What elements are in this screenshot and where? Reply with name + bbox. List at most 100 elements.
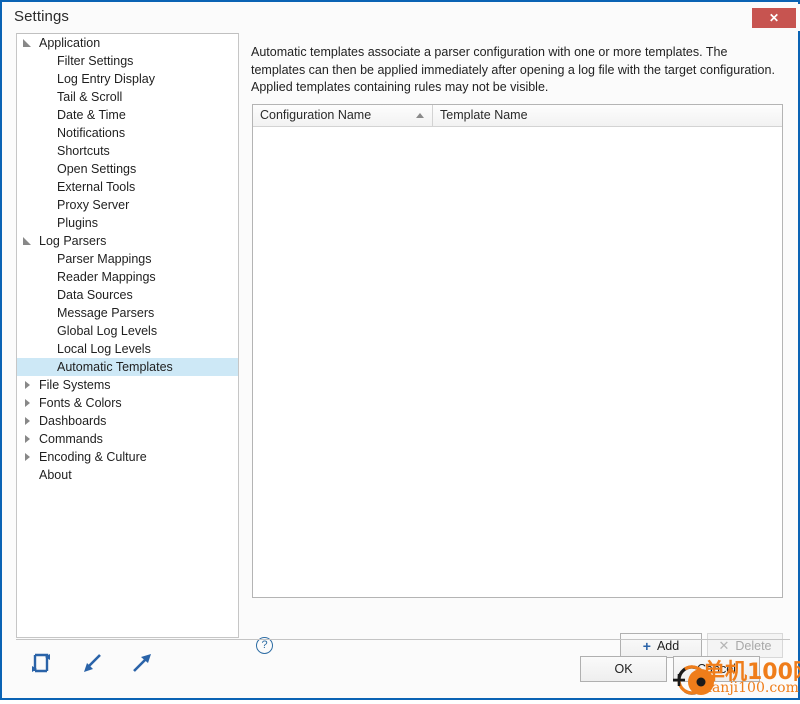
sidebar-item-label: Encoding & Culture [39, 450, 147, 464]
chevron-right-icon[interactable] [21, 412, 35, 430]
sidebar-item-about[interactable]: About [17, 466, 238, 484]
sidebar-item-label: Proxy Server [57, 198, 130, 212]
export-settings-icon[interactable] [128, 649, 156, 677]
sidebar-item-tail-scroll[interactable]: Tail & Scroll [17, 88, 238, 106]
ok-button[interactable]: OK [580, 656, 667, 682]
title-bar: Settings ✕ [4, 4, 800, 31]
main-content: Automatic templates associate a parser c… [245, 33, 790, 658]
sidebar-item-encoding-culture[interactable]: Encoding & Culture [17, 448, 238, 466]
reset-defaults-icon[interactable] [28, 649, 56, 677]
watermark-text-en: danji100.com [703, 680, 799, 696]
column-header-configuration-name-label: Configuration Name [260, 108, 372, 122]
chevron-right-icon[interactable] [21, 448, 35, 466]
sidebar-item-proxy-server[interactable]: Proxy Server [17, 196, 238, 214]
column-header-template-name-label: Template Name [440, 108, 528, 122]
chevron-right-icon[interactable] [21, 376, 35, 394]
chevron-right-icon[interactable] [21, 430, 35, 448]
chevron-right-icon[interactable] [21, 394, 35, 412]
sidebar-item-label: Filter Settings [57, 54, 134, 68]
delete-button: ✕ Delete [707, 633, 783, 658]
sidebar-item-file-systems[interactable]: File Systems [17, 376, 238, 394]
sidebar-item-log-entry-display[interactable]: Log Entry Display [17, 70, 238, 88]
sidebar-item-reader-mappings[interactable]: Reader Mappings [17, 268, 238, 286]
delete-button-label: Delete [735, 638, 772, 653]
sidebar-item-shortcuts[interactable]: Shortcuts [17, 142, 238, 160]
sidebar-item-application[interactable]: Application [17, 34, 238, 52]
sort-ascending-icon [416, 113, 424, 118]
sidebar-item-message-parsers[interactable]: Message Parsers [17, 304, 238, 322]
sidebar-item-label: Global Log Levels [57, 324, 158, 338]
sidebar-item-label: Local Log Levels [57, 342, 151, 356]
description-text: Automatic templates associate a parser c… [251, 45, 775, 94]
automatic-templates-grid[interactable]: Configuration Name Template Name [252, 104, 783, 598]
sidebar-item-label: Automatic Templates [57, 360, 173, 374]
sidebar-item-global-log-levels[interactable]: Global Log Levels [17, 322, 238, 340]
sidebar-item-label: Reader Mappings [57, 270, 156, 284]
sidebar-item-parser-mappings[interactable]: Parser Mappings [17, 250, 238, 268]
add-button[interactable]: + Add [620, 633, 702, 658]
sidebar-item-label: Fonts & Colors [39, 396, 122, 410]
sidebar-item-label: Notifications [57, 126, 126, 140]
sidebar-item-log-parsers[interactable]: Log Parsers [17, 232, 238, 250]
sidebar-item-plugins[interactable]: Plugins [17, 214, 238, 232]
sidebar-item-dashboards[interactable]: Dashboards [17, 412, 238, 430]
window-title: Settings [14, 8, 69, 25]
sidebar-item-notifications[interactable]: Notifications [17, 124, 238, 142]
sidebar-item-local-log-levels[interactable]: Local Log Levels [17, 340, 238, 358]
chevron-down-icon[interactable] [21, 232, 35, 250]
sidebar-item-label: Dashboards [39, 414, 107, 428]
settings-dialog: Settings ✕ Application Filter Settings Log… [0, 0, 800, 700]
sidebar-item-label: Log Entry Display [57, 72, 155, 86]
sidebar-item-fonts-colors[interactable]: Fonts & Colors [17, 394, 238, 412]
column-header-configuration-name[interactable]: Configuration Name [253, 105, 433, 126]
sidebar-item-label: External Tools [57, 180, 136, 194]
close-button[interactable]: ✕ [752, 8, 796, 28]
import-settings-icon[interactable] [78, 649, 106, 677]
sidebar-item-data-sources[interactable]: Data Sources [17, 286, 238, 304]
footer-separator [16, 639, 790, 640]
plus-icon: + [642, 637, 651, 654]
sidebar-item-label: Parser Mappings [57, 252, 152, 266]
sidebar-item-automatic-templates[interactable]: Automatic Templates [17, 358, 238, 376]
sidebar-item-label: Message Parsers [57, 306, 155, 320]
column-header-template-name[interactable]: Template Name [433, 105, 782, 126]
sidebar-item-label: Plugins [57, 216, 98, 230]
settings-tree[interactable]: Application Filter Settings Log Entry Disp… [16, 33, 239, 638]
sidebar-item-label: Date & Time [57, 108, 126, 122]
sidebar-item-external-tools[interactable]: External Tools [17, 178, 238, 196]
sidebar-item-label: Commands [39, 432, 103, 446]
add-button-label: Add [656, 638, 680, 653]
sidebar-item-label: Open Settings [57, 162, 137, 176]
sidebar-item-label: About [39, 468, 72, 482]
sidebar-item-open-settings[interactable]: Open Settings [17, 160, 238, 178]
sidebar-item-filter-settings[interactable]: Filter Settings [17, 52, 238, 70]
sidebar-item-label: Tail & Scroll [57, 90, 123, 104]
sidebar-item-commands[interactable]: Commands [17, 430, 238, 448]
sidebar-item-label: Application [39, 36, 101, 50]
grid-body[interactable] [253, 127, 782, 597]
grid-header-row: Configuration Name Template Name [253, 105, 782, 127]
cancel-button[interactable]: Cancel [673, 656, 760, 682]
chevron-down-icon[interactable] [21, 34, 35, 52]
sidebar-item-label: Log Parsers [39, 234, 107, 248]
footer-icon-group [28, 649, 156, 677]
sidebar-item-label: File Systems [39, 378, 111, 392]
sidebar-item-date-time[interactable]: Date & Time [17, 106, 238, 124]
sidebar-item-label: Data Sources [57, 288, 133, 302]
